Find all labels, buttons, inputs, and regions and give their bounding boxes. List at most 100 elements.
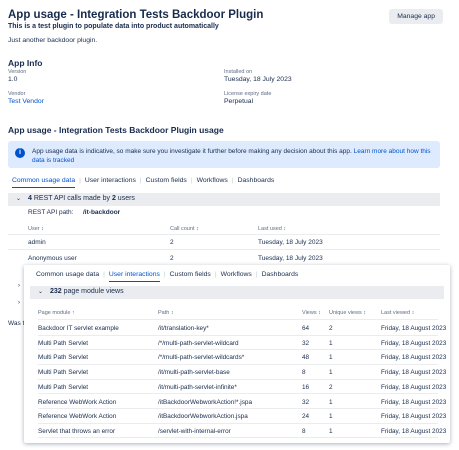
views-cell: 16 [302,383,310,391]
license-field: License expiry date Perpetual [224,91,424,105]
chevron-down-icon: ⌄ [16,196,22,202]
page-module-summary: 232 page module views [50,288,124,295]
last-viewed-cell: Friday, 18 August 2023 [381,369,447,377]
unique-views-cell: 2 [329,383,333,391]
call-count-cell: 2 [170,239,174,246]
app-usage-page: App usage - Integration Tests Backdoor P… [0,0,459,450]
column-page-module[interactable]: Page module ↑ [38,310,75,316]
page-module-cell: Multi Path Servlet [38,369,89,377]
page-header: App usage - Integration Tests Backdoor P… [8,9,443,44]
usage-tabs: Common usage data | User interactions | … [12,177,274,188]
installed-field: Installed on Tuesday, 18 July 2023 [224,69,424,83]
tab-user-interactions[interactable]: User interactions [108,271,160,282]
tab-dashboards[interactable]: Dashboards [238,177,275,188]
tab-separator: | [214,271,217,278]
column-path[interactable]: Path ↕ [158,310,174,316]
unique-views-cell: 2 [329,325,333,332]
tab-custom-fields[interactable]: Custom fields [170,271,211,282]
vendor-field: Vendor Test Vendor [8,91,208,105]
page-module-cell: Reference WebWork Action [38,398,117,406]
rest-summary-end: users [117,195,135,202]
rest-path-value: /it-backdoor [83,209,121,216]
last-viewed-cell: Friday, 18 August 2023 [381,398,447,406]
path-cell: /*/multi-path-servlet-wildcards* [158,354,245,362]
last-used-cell: Tuesday, 18 July 2023 [258,239,323,246]
app-info-title: App Info [8,58,43,68]
vendor-link[interactable]: Test Vendor [8,98,208,105]
divider [38,378,438,380]
user-cell: admin [28,239,46,246]
views-cell: 32 [302,339,310,347]
panel-tabs: Common usage data | User interactions | … [36,271,298,282]
tab-separator: | [255,271,258,278]
divider [38,393,438,395]
views-cell: 48 [302,354,310,362]
divider [38,408,438,409]
installed-value: Tuesday, 18 July 2023 [224,76,292,83]
page-module-cell: Multi Path Servlet [38,354,89,362]
version-value: 1.0 [8,76,18,83]
last-viewed-cell: Friday, 18 August 2023 [381,354,447,362]
last-viewed-cell: Friday, 18 August 2023 [381,339,447,347]
divider [8,234,440,235]
info-banner: i App usage data is indicative, so make … [8,141,440,168]
path-cell: /it/multi-path-servlet-infinite* [158,383,237,391]
tab-separator: | [163,271,166,278]
license-value: Perpetual [224,98,254,105]
tab-custom-fields[interactable]: Custom fields [146,177,187,188]
column-last-used[interactable]: Last used ↕ [258,226,286,232]
rest-summary-mid: REST API calls made by [33,195,110,202]
views-cell: 64 [302,325,310,332]
unique-views-cell: 1 [329,427,333,435]
chevron-right-icon[interactable]: › [18,300,20,306]
tab-workflows[interactable]: Workflows [197,177,228,188]
tab-workflows[interactable]: Workflows [221,271,252,282]
last-used-cell: Tuesday, 18 July 2023 [258,255,323,262]
column-views[interactable]: Views ↕ [302,310,321,316]
divider [38,349,438,351]
tab-separator: | [103,271,105,278]
unique-views-cell: 1 [329,413,333,421]
views-cell: 8 [302,369,306,377]
page-module-cell: Multi Path Servlet [38,339,89,347]
unique-views-cell: 1 [329,398,333,406]
tab-separator: | [190,177,193,184]
column-last-viewed[interactable]: Last viewed ↕ [381,310,414,316]
unique-views-cell: 1 [329,354,333,362]
unique-views-cell: 1 [329,339,333,347]
page-module-group-header[interactable]: ⌄ 232 page module views [30,286,444,299]
tab-separator: | [139,177,142,184]
rest-path-label: REST API path: [28,209,74,216]
page-module-cell: Multi Path Servlet [38,383,89,391]
rest-call-count: 4 [28,195,32,202]
divider [38,422,438,424]
column-call-count[interactable]: Call count ↕ [170,226,199,232]
views-cell: 8 [302,427,306,435]
column-unique-views[interactable]: Unique views ↕ [329,310,366,316]
column-user[interactable]: User ↕ [28,226,44,232]
rest-api-group-header[interactable]: ⌄ 4 REST API calls made by 2 users [8,193,440,206]
info-icon: i [15,148,25,158]
divider [8,249,440,250]
manage-app-button[interactable]: Manage app [389,9,443,24]
views-cell: 32 [302,398,310,406]
path-cell: /itBackdoorWebworkAction!*.jspa [158,398,253,406]
chevron-right-icon[interactable]: › [18,283,20,289]
divider [38,319,438,320]
path-cell: /servlet-with-internal-error [158,427,231,435]
banner-text: App usage data is indicative, so make su… [32,147,432,165]
tab-user-interactions[interactable]: User interactions [85,177,136,188]
user-cell: Anonymous user [28,255,77,262]
tab-dashboards[interactable]: Dashboards [262,271,299,282]
rest-api-summary: 4 REST API calls made by 2 users [28,195,135,202]
tab-separator: | [231,177,234,184]
page-title: App usage - Integration Tests Backdoor P… [8,9,264,21]
page-module-cell: Reference WebWork Action [38,413,117,421]
tab-common-usage[interactable]: Common usage data [12,177,76,188]
views-cell: 24 [302,413,310,421]
installed-label: Installed on [224,69,253,75]
path-cell: /it/multi-path-servlet-base [158,369,230,377]
tab-separator: | [79,177,81,184]
tab-common-usage[interactable]: Common usage data [36,271,99,282]
last-viewed-cell: Friday, 18 August 2023 [381,325,447,332]
